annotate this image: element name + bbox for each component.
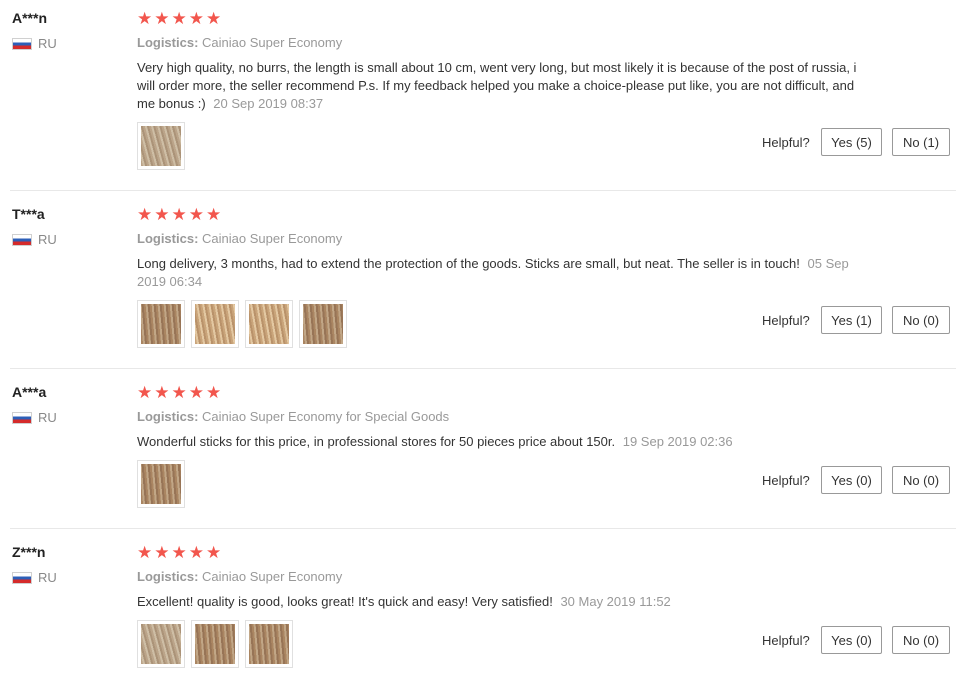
review-comment: Excellent! quality is good, looks great!…	[137, 593, 862, 611]
country-code: RU	[38, 232, 57, 247]
review-divider	[10, 528, 956, 529]
helpful-no-button[interactable]: No (0)	[892, 626, 950, 654]
star-icon: ★	[171, 543, 187, 562]
review-comment: Long delivery, 3 months, had to extend t…	[137, 255, 862, 291]
helpful-label: Helpful?	[762, 473, 810, 488]
review-divider	[10, 190, 956, 191]
star-icon: ★	[188, 205, 204, 224]
helpful-label: Helpful?	[762, 135, 810, 150]
review-item: A***a RU ★ ★ ★ ★ ★ Logistics: Cainiao Super …	[0, 374, 965, 528]
helpful-no-button[interactable]: No (0)	[892, 306, 950, 334]
reviewer-name: T***a	[12, 206, 45, 222]
star-icon: ★	[188, 543, 204, 562]
country-code: RU	[38, 570, 57, 585]
reviewer-country: RU	[12, 570, 57, 585]
review-photos	[137, 620, 293, 668]
star-icon: ★	[137, 205, 153, 224]
helpful-yes-button[interactable]: Yes (0)	[821, 466, 882, 494]
review-photo-thumbnail[interactable]	[245, 620, 293, 668]
star-rating: ★ ★ ★ ★ ★	[137, 206, 221, 223]
review-photo-thumbnail[interactable]	[191, 620, 239, 668]
reviewer-country: RU	[12, 232, 57, 247]
review-item: T***a RU ★ ★ ★ ★ ★ Logistics: Cainiao Super …	[0, 196, 965, 368]
review-comment: Wonderful sticks for this price, in prof…	[137, 433, 862, 451]
helpful-yes-button[interactable]: Yes (0)	[821, 626, 882, 654]
logistics-value: Cainiao Super Economy	[202, 35, 343, 50]
review-photo-thumbnail[interactable]	[191, 300, 239, 348]
review-item: A***n RU ★ ★ ★ ★ ★ Logistics: Cainiao Super …	[0, 0, 965, 190]
review-date: 30 May 2019 11:52	[560, 594, 671, 609]
helpful-yes-button[interactable]: Yes (1)	[821, 306, 882, 334]
review-comment: Very high quality, no burrs, the length …	[137, 59, 862, 113]
review-photo-thumbnail[interactable]	[299, 300, 347, 348]
logistics-label: Logistics:	[137, 231, 199, 246]
review-photo-thumbnail[interactable]	[137, 300, 185, 348]
comment-text: Excellent! quality is good, looks great!…	[137, 594, 553, 609]
review-photo-thumbnail[interactable]	[137, 460, 185, 508]
review-date: 20 Sep 2019 08:37	[213, 96, 324, 111]
reviewer-name: A***n	[12, 10, 48, 26]
russia-flag-icon	[12, 37, 32, 50]
star-icon: ★	[206, 205, 222, 224]
logistics-info: Logistics: Cainiao Super Economy for Spe…	[137, 409, 449, 424]
logistics-info: Logistics: Cainiao Super Economy	[137, 231, 342, 246]
star-icon: ★	[171, 205, 187, 224]
russia-flag-icon	[12, 571, 32, 584]
russia-flag-icon	[12, 411, 32, 424]
reviewer-country: RU	[12, 36, 57, 51]
review-photos	[137, 460, 185, 508]
star-rating: ★ ★ ★ ★ ★	[137, 10, 221, 27]
review-date: 19 Sep 2019 02:36	[622, 434, 733, 449]
star-rating: ★ ★ ★ ★ ★	[137, 384, 221, 401]
logistics-label: Logistics:	[137, 35, 199, 50]
star-icon: ★	[154, 383, 170, 402]
logistics-value: Cainiao Super Economy	[202, 231, 343, 246]
review-divider	[10, 368, 956, 369]
star-icon: ★	[206, 9, 222, 28]
helpful-no-button[interactable]: No (1)	[892, 128, 950, 156]
star-icon: ★	[188, 383, 204, 402]
country-code: RU	[38, 36, 57, 51]
review-photo-thumbnail[interactable]	[137, 122, 185, 170]
helpful-label: Helpful?	[762, 313, 810, 328]
logistics-label: Logistics:	[137, 569, 199, 584]
review-photos	[137, 300, 347, 348]
comment-text: Wonderful sticks for this price, in prof…	[137, 434, 616, 449]
helpful-yes-button[interactable]: Yes (5)	[821, 128, 882, 156]
country-code: RU	[38, 410, 57, 425]
review-photo-thumbnail[interactable]	[137, 620, 185, 668]
russia-flag-icon	[12, 233, 32, 246]
logistics-info: Logistics: Cainiao Super Economy	[137, 35, 342, 50]
star-icon: ★	[137, 543, 153, 562]
reviewer-name: Z***n	[12, 544, 46, 560]
star-icon: ★	[206, 383, 222, 402]
star-icon: ★	[154, 9, 170, 28]
star-icon: ★	[137, 383, 153, 402]
star-icon: ★	[154, 205, 170, 224]
logistics-info: Logistics: Cainiao Super Economy	[137, 569, 342, 584]
star-rating: ★ ★ ★ ★ ★	[137, 544, 221, 561]
star-icon: ★	[154, 543, 170, 562]
helpful-no-button[interactable]: No (0)	[892, 466, 950, 494]
reviewer-country: RU	[12, 410, 57, 425]
star-icon: ★	[206, 543, 222, 562]
star-icon: ★	[188, 9, 204, 28]
review-item: Z***n RU ★ ★ ★ ★ ★ Logistics: Cainiao Super …	[0, 534, 965, 684]
reviewer-name: A***a	[12, 384, 47, 400]
star-icon: ★	[137, 9, 153, 28]
star-icon: ★	[171, 9, 187, 28]
logistics-label: Logistics:	[137, 409, 199, 424]
logistics-value: Cainiao Super Economy for Special Goods	[202, 409, 450, 424]
helpful-label: Helpful?	[762, 633, 810, 648]
logistics-value: Cainiao Super Economy	[202, 569, 343, 584]
review-photo-thumbnail[interactable]	[245, 300, 293, 348]
star-icon: ★	[171, 383, 187, 402]
review-photos	[137, 122, 185, 170]
comment-text: Long delivery, 3 months, had to extend t…	[137, 256, 800, 271]
